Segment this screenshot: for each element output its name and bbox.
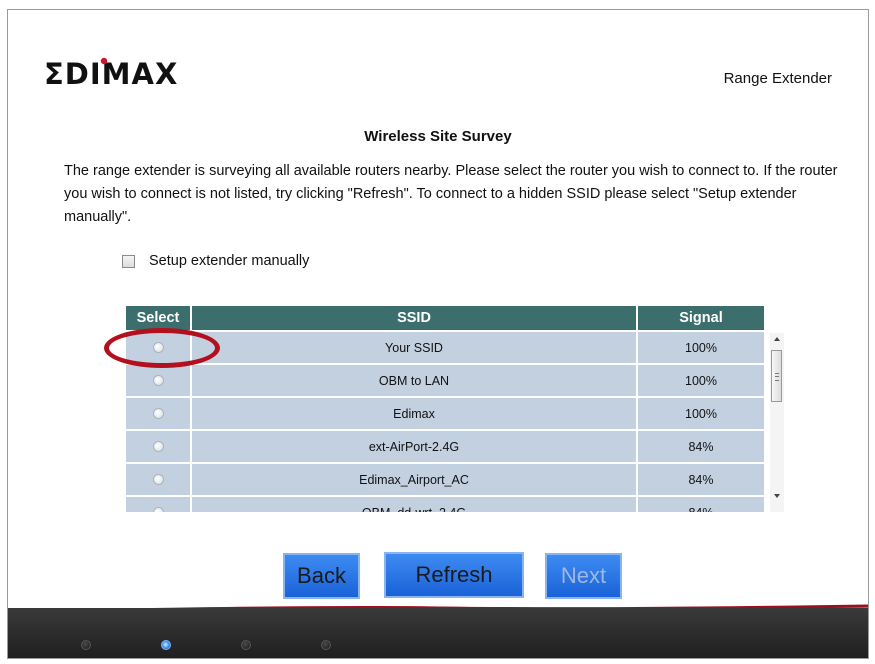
setup-manually-checkbox[interactable] — [122, 254, 135, 268]
table-scrollbar[interactable] — [770, 333, 784, 512]
select-cell — [126, 365, 192, 396]
refresh-button[interactable]: Refresh — [384, 552, 524, 598]
scroll-up-icon[interactable] — [774, 337, 780, 341]
signal-cell: 84% — [638, 431, 766, 462]
grip-icon — [775, 373, 779, 381]
scrollbar-thumb[interactable] — [771, 350, 782, 402]
select-radio[interactable] — [152, 507, 164, 512]
header-spacer — [766, 306, 784, 330]
table-body: Your SSID 100% OBM to LAN 100% Edimax 10… — [126, 330, 766, 512]
table-row[interactable]: Edimax_Airport_AC 84% — [126, 464, 766, 495]
header-ssid: SSID — [192, 306, 638, 330]
select-radio[interactable] — [152, 375, 164, 386]
signal-cell: 100% — [638, 398, 766, 429]
ssid-cell: Edimax_Airport_AC — [192, 464, 638, 495]
setup-manually-label: Setup extender manually — [149, 253, 310, 269]
footer-bar — [8, 608, 868, 658]
step-indicator-icon — [321, 640, 331, 650]
select-radio[interactable] — [152, 408, 164, 419]
ssid-cell: ext-AirPort-2.4G — [192, 431, 638, 462]
select-cell — [126, 497, 192, 512]
edimax-logo: ΣDIMAX — [44, 57, 178, 90]
ssid-cell: Your SSID — [192, 332, 638, 363]
ssid-cell: OBM to LAN — [192, 365, 638, 396]
signal-cell: 84% — [638, 464, 766, 495]
back-button[interactable]: Back — [283, 553, 360, 599]
header-signal: Signal — [638, 306, 766, 330]
setup-wizard-window: ΣDIMAX Range Extender Wireless Site Surv… — [7, 9, 869, 659]
next-button[interactable]: Next — [545, 553, 622, 599]
step-indicator-icon — [241, 640, 251, 650]
table-row[interactable]: Your SSID 100% — [126, 332, 766, 363]
select-radio[interactable] — [152, 474, 164, 485]
svg-text:ΣDIMAX: ΣDIMAX — [44, 57, 178, 90]
scroll-down-icon[interactable] — [774, 494, 780, 498]
setup-manually-option[interactable]: Setup extender manually — [122, 253, 309, 269]
step-indicator-icon — [81, 640, 91, 650]
select-cell — [126, 398, 192, 429]
page-description: The range extender is surveying all avai… — [64, 163, 838, 225]
signal-cell: 100% — [638, 332, 766, 363]
table-row[interactable]: ext-AirPort-2.4G 84% — [126, 431, 766, 462]
table-row[interactable]: Edimax 100% — [126, 398, 766, 429]
select-cell — [126, 464, 192, 495]
page-title: Wireless Site Survey — [364, 128, 512, 145]
signal-cell: 100% — [638, 365, 766, 396]
site-survey-table: Select SSID Signal Your SSID 100% OBM to… — [126, 306, 784, 512]
selection-highlight-circle — [104, 328, 220, 368]
select-radio[interactable] — [152, 441, 164, 452]
select-cell — [126, 431, 192, 462]
step-indicator-active-icon — [161, 640, 171, 650]
ssid-cell: OBM_dd-wrt_2.4G — [192, 497, 638, 512]
table-header: Select SSID Signal — [126, 306, 784, 330]
table-row[interactable]: OBM_dd-wrt_2.4G 84% — [126, 497, 766, 512]
table-row[interactable]: OBM to LAN 100% — [126, 365, 766, 396]
header-select: Select — [126, 306, 192, 330]
ssid-cell: Edimax — [192, 398, 638, 429]
product-name: Range Extender — [723, 70, 832, 87]
signal-cell: 84% — [638, 497, 766, 512]
